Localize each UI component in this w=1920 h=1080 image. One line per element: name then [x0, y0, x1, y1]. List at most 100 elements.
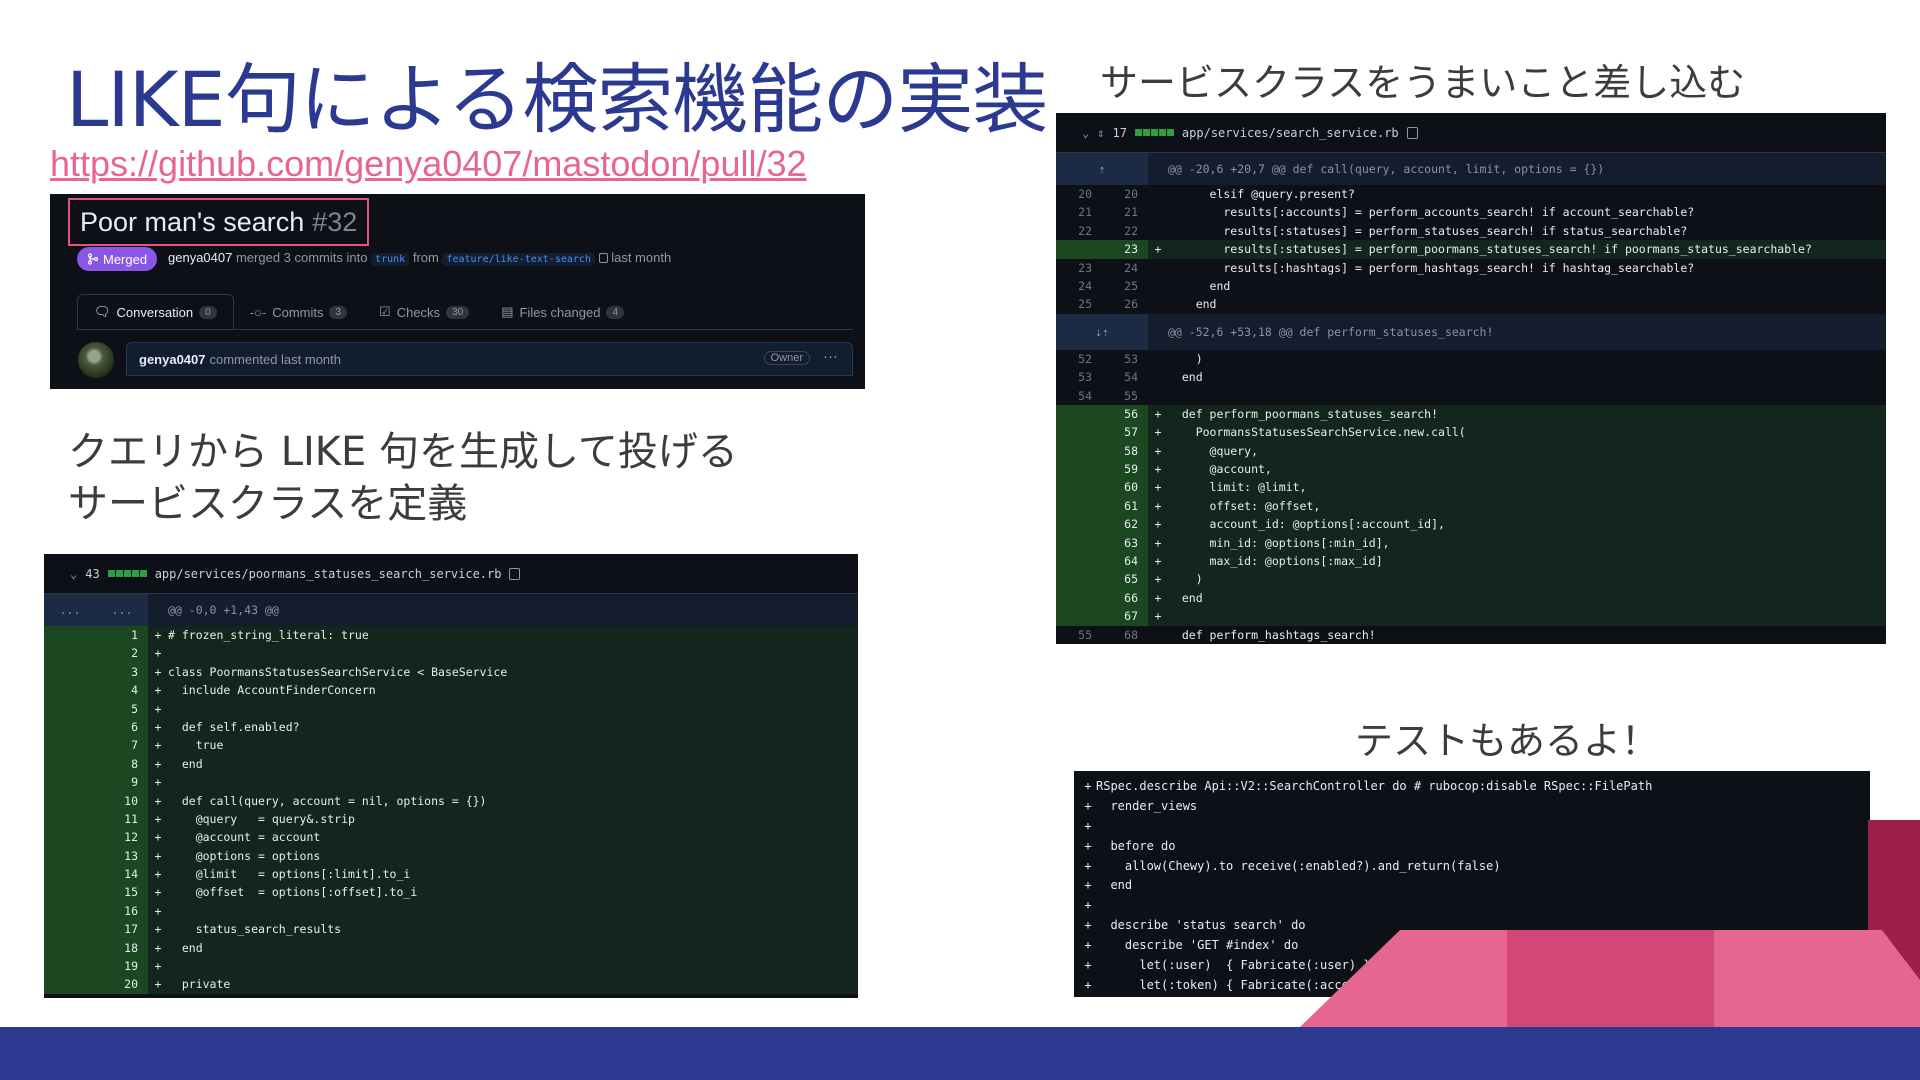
expand-icon[interactable]: ... [96, 594, 148, 626]
diff-sign [1148, 387, 1168, 405]
base-branch[interactable]: trunk [371, 253, 410, 266]
old-line-number [1056, 441, 1102, 461]
code-line: 23 + results[:statuses] = perform_poorman… [1056, 240, 1886, 259]
old-line-number: 22 [1078, 223, 1092, 238]
tab-checks[interactable]: ☑ Checks 30 [363, 294, 485, 330]
old-line-number [44, 828, 96, 847]
new-line-number: 53 [1124, 351, 1138, 366]
old-line-number [44, 736, 96, 755]
copy-icon[interactable] [598, 253, 608, 263]
old-line-number [1056, 460, 1102, 479]
kebab-menu-icon[interactable]: ··· [823, 348, 838, 365]
diff-sign: + [154, 977, 162, 992]
diff-sign: + [1154, 462, 1162, 477]
old-line-number [44, 938, 96, 958]
code-line: 20 20 elsif @query.present? [1056, 185, 1886, 203]
old-line-number [44, 662, 96, 682]
diff-sign: + [154, 867, 162, 882]
caption-test: テストもあるよ！ [1355, 719, 1660, 763]
diff-sign: + [154, 903, 162, 918]
diff-sign: + [1154, 498, 1162, 513]
comment-author[interactable]: genya0407 [139, 352, 206, 367]
new-line-number: 3 [96, 662, 148, 682]
old-line-number: 52 [1078, 351, 1092, 366]
new-line-number: 61 [1102, 496, 1148, 516]
old-line-number [44, 901, 96, 921]
code-line: 19 + [44, 957, 858, 976]
diff-sign: + [154, 793, 162, 808]
old-line-number [44, 626, 96, 645]
merge-icon [87, 253, 99, 265]
new-line-number: 23 [1102, 240, 1148, 259]
code-line: 2 + [44, 644, 858, 663]
diff-sign: + [154, 811, 162, 826]
copy-icon[interactable] [1406, 126, 1418, 139]
old-line-number [44, 865, 96, 884]
code-text: limit: @limit, [1168, 480, 1307, 495]
unfold-icon[interactable]: ⇕ [1097, 126, 1104, 140]
old-line-number [1056, 570, 1102, 589]
pr-tabs: 🗨 Conversation 0 -○- Commits 3 ☑ Checks … [77, 294, 640, 330]
pr-link[interactable]: https://github.com/genya0407/mastodon/pu… [50, 143, 807, 185]
diff-sign: + [154, 664, 162, 679]
code-text: include AccountFinderConcern [168, 683, 376, 698]
tabs-divider [77, 329, 853, 330]
old-line-number [44, 754, 96, 774]
diff-sign: + [1084, 918, 1092, 933]
code-text: PoormansStatusesSearchService.new.call( [1168, 425, 1466, 440]
change-count: 17 [1112, 125, 1127, 140]
merge-author[interactable]: genya0407 [168, 250, 232, 265]
chevron-down-icon[interactable]: ⌄ [70, 567, 77, 581]
file-header: ⌄ ⇕ 17 app/services/search_service.rb [1056, 113, 1886, 153]
old-line-number [1056, 533, 1102, 553]
file-path[interactable]: app/services/search_service.rb [1182, 126, 1399, 140]
code-line: 1 + # frozen_string_literal: true [44, 626, 858, 645]
diff-sign: + [1084, 798, 1092, 813]
new-line-number: 25 [1124, 278, 1138, 293]
old-line-number [44, 883, 96, 902]
old-line-number [44, 773, 96, 792]
tab-conversation[interactable]: 🗨 Conversation 0 [77, 294, 234, 330]
diff-sign: + [1154, 554, 1162, 569]
code-text: @account, [1168, 462, 1272, 477]
code-line: 4 + include AccountFinderConcern [44, 681, 858, 700]
code-line: 59 + @account, [1056, 460, 1886, 479]
tab-files-changed[interactable]: ▤ Files changed 4 [485, 294, 640, 330]
code-text: end [1168, 590, 1203, 605]
diff-sign: + [1084, 958, 1092, 973]
copy-icon[interactable] [509, 567, 521, 580]
old-line-number [1056, 588, 1102, 608]
code-line: 16 + [44, 901, 858, 921]
code-text: end [168, 940, 203, 955]
code-text: elsif @query.present? [1168, 187, 1355, 201]
pr-title: Poor man's search #32 [68, 198, 370, 246]
new-line-number: 11 [96, 809, 148, 829]
diffstat [1134, 129, 1174, 136]
avatar[interactable] [78, 342, 114, 378]
chevron-down-icon[interactable]: ⌄ [1082, 126, 1089, 140]
hunk-header: ⇣⇡ @@ -52,6 +53,18 @@ def perform_status… [1056, 313, 1886, 350]
new-line-number: 1 [96, 626, 148, 645]
code-text: end [1168, 278, 1231, 293]
expand-icon[interactable]: ... [44, 594, 96, 626]
code-text: def self.enabled? [168, 719, 300, 734]
diff-sign: + [1084, 898, 1092, 913]
from-text: from [412, 250, 439, 265]
code-line: 22 22 results[:statuses] = perform_status… [1056, 222, 1886, 240]
head-branch[interactable]: feature/like-text-search [442, 253, 595, 266]
file-path[interactable]: app/services/poormans_statuses_search_se… [155, 567, 502, 581]
diff-sign: + [154, 940, 162, 955]
code-line: + [1074, 816, 1870, 837]
decoration-pink-dark [1507, 930, 1714, 1027]
expand-both-icon[interactable]: ⇣⇡ [1056, 313, 1148, 350]
code-text: offset: @offset, [1168, 498, 1321, 513]
old-line-number: 24 [1078, 278, 1092, 293]
code-line: 9 + [44, 773, 858, 792]
tab-commits[interactable]: -○- Commits 3 [234, 294, 363, 330]
hunk-header: ⇡ @@ -20,6 +20,7 @@ def call(query, acco… [1056, 153, 1886, 185]
old-line-number [44, 975, 96, 994]
diff-sign [1148, 259, 1168, 277]
expand-up-icon[interactable]: ⇡ [1056, 153, 1148, 185]
diff-sign: + [1154, 480, 1162, 495]
new-line-number: 6 [96, 717, 148, 737]
